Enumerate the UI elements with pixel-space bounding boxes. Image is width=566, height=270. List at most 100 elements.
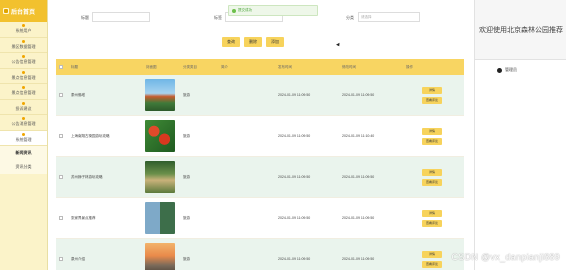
main-content: 标题 标签 分类 请选择 提交成功 查询 删除 添加 标题 封面图 分类类目 简… <box>48 0 474 270</box>
mouse-cursor-icon <box>336 42 341 48</box>
row-published: 2024-01-09 11:09:50 <box>278 257 311 261</box>
header-cover: 封面图 <box>146 64 157 69</box>
header-category: 分类类目 <box>183 64 197 69</box>
check-icon <box>232 8 236 13</box>
brand-home[interactable]: 后台首页 <box>0 0 47 22</box>
avatar-icon <box>497 67 502 73</box>
row-checkbox[interactable] <box>59 257 63 261</box>
menu-icon <box>22 70 25 74</box>
search-button[interactable]: 查询 <box>222 37 240 47</box>
row-published: 2024-01-09 11:09:50 <box>278 175 311 179</box>
header-title: 标题 <box>71 64 78 69</box>
row-title: 张家界景点推荐 <box>71 215 96 220</box>
row-modified: 2024-01-09 11:09:50 <box>342 257 375 261</box>
row-modified: 2024-01-09 11:09:50 <box>342 216 375 220</box>
view-comments-button[interactable]: 查看评论 <box>422 219 442 227</box>
brand-title: 后台首页 <box>11 9 36 16</box>
sidebar-item-complaints[interactable]: 投诉建议 <box>0 100 47 115</box>
row-actions: 详情 查看评论 <box>422 209 442 227</box>
row-actions: 详情 查看评论 <box>422 127 442 145</box>
title-input[interactable] <box>92 12 150 22</box>
cover-image <box>145 161 175 193</box>
sidebar-subitem-news-category[interactable]: 资讯分类 <box>0 160 47 174</box>
view-comments-button[interactable]: 查看评论 <box>422 260 442 268</box>
sidebar-item-spots[interactable]: 景点信息管理 <box>0 69 47 84</box>
gear-icon <box>22 132 25 136</box>
row-checkbox[interactable] <box>59 175 63 179</box>
username: 管理员 <box>505 67 517 72</box>
sidebar-item-scenic-data[interactable]: 景区数据管理 <box>0 38 47 53</box>
cover-image <box>145 79 175 111</box>
row-published: 2024-01-09 11:09:50 <box>278 93 311 97</box>
row-actions: 详情 查看评论 <box>422 168 442 186</box>
sidebar: 后台首页 系统用户 景区数据管理 公告信息管理 景点信息管理 景点信息管理 投诉… <box>0 0 48 270</box>
category-label: 分类 <box>346 15 354 20</box>
cover-image <box>145 120 175 152</box>
table-body: 泰州佛塔 旅游 2024-01-09 11:09:50 2024-01-09 1… <box>56 75 464 270</box>
row-title: 泉州介绍 <box>71 256 85 261</box>
row-title: 泰州佛塔 <box>71 92 85 97</box>
detail-button[interactable]: 详情 <box>422 86 442 94</box>
header-intro: 简介 <box>221 64 228 69</box>
row-actions: 详情 查看评论 <box>422 86 442 104</box>
welcome-text: 欢迎使用北京森林公园推荐 <box>475 0 566 60</box>
delete-button[interactable]: 删除 <box>244 37 262 47</box>
table-row[interactable]: 张家界景点推荐 旅游 2024-01-09 11:09:50 2024-01-0… <box>56 198 464 239</box>
add-button[interactable]: 添加 <box>266 37 284 47</box>
row-modified: 2024-01-09 11:10:40 <box>342 134 375 138</box>
view-comments-button[interactable]: 查看评论 <box>422 137 442 145</box>
row-checkbox[interactable] <box>59 93 63 97</box>
view-comments-button[interactable]: 查看评论 <box>422 96 442 104</box>
tag-label: 标签 <box>214 15 222 20</box>
sidebar-item-announcements[interactable]: 公告消息管理 <box>0 115 47 131</box>
table-header: 标题 封面图 分类类目 简介 发布时间 修改时间 操作 <box>56 59 464 75</box>
table-row[interactable]: 泉州介绍 旅游 2024-01-09 11:09:50 2024-01-09 1… <box>56 239 464 270</box>
detail-button[interactable]: 详情 <box>422 250 442 258</box>
menu-icon <box>22 39 25 43</box>
toast-text: 提交成功 <box>238 8 252 12</box>
header-published: 发布时间 <box>278 64 292 69</box>
user-icon <box>22 24 25 28</box>
row-published: 2024-01-09 11:09:50 <box>278 134 311 138</box>
row-category: 旅游 <box>183 215 190 220</box>
header-actions: 操作 <box>406 64 413 69</box>
row-category: 旅游 <box>183 256 190 261</box>
table-row[interactable]: 上海南翔古猗园游玩攻略 旅游 2024-01-09 11:09:50 2024-… <box>56 116 464 157</box>
success-toast: 提交成功 <box>228 5 318 16</box>
header-modified: 修改时间 <box>342 64 356 69</box>
sidebar-item-spots-2[interactable]: 景点信息管理 <box>0 84 47 100</box>
row-title: 苏州狮子林游玩攻略 <box>71 174 103 179</box>
detail-button[interactable]: 详情 <box>422 168 442 176</box>
menu-icon <box>22 101 25 105</box>
menu-icon <box>22 86 25 90</box>
user-info[interactable]: 管理员 <box>475 60 566 80</box>
sidebar-subitem-news[interactable]: 新闻资讯 <box>0 146 47 160</box>
detail-button[interactable]: 详情 <box>422 209 442 217</box>
right-panel: 欢迎使用北京森林公园推荐 管理员 <box>474 0 566 270</box>
row-published: 2024-01-09 11:09:50 <box>278 216 311 220</box>
watermark: CSDN @vx_danpianji889 <box>451 252 560 262</box>
sidebar-item-users[interactable]: 系统用户 <box>0 22 47 38</box>
row-actions: 详情 查看评论 <box>422 250 442 268</box>
table-row[interactable]: 苏州狮子林游玩攻略 旅游 2024-01-09 11:09:50 2024-01… <box>56 157 464 198</box>
row-modified: 2024-01-09 11:09:50 <box>342 175 375 179</box>
row-checkbox[interactable] <box>59 216 63 220</box>
detail-button[interactable]: 详情 <box>422 127 442 135</box>
row-category: 旅游 <box>183 174 190 179</box>
row-modified: 2024-01-09 11:09:50 <box>342 93 375 97</box>
row-checkbox[interactable] <box>59 134 63 138</box>
cover-image <box>145 202 175 234</box>
news-table: 标题 封面图 分类类目 简介 发布时间 修改时间 操作 泰州佛塔 旅游 2024… <box>56 59 464 270</box>
title-label: 标题 <box>81 15 89 20</box>
menu-icon <box>22 55 25 59</box>
select-all-checkbox[interactable] <box>59 65 63 69</box>
sidebar-item-notice[interactable]: 公告信息管理 <box>0 53 47 69</box>
sidebar-item-system[interactable]: 系统管理 <box>0 130 47 146</box>
row-category: 旅游 <box>183 92 190 97</box>
table-row[interactable]: 泰州佛塔 旅游 2024-01-09 11:09:50 2024-01-09 1… <box>56 75 464 116</box>
category-select[interactable]: 请选择 <box>358 12 420 22</box>
cover-image <box>145 243 175 270</box>
menu-icon <box>22 117 25 121</box>
home-icon <box>3 8 9 14</box>
view-comments-button[interactable]: 查看评论 <box>422 178 442 186</box>
